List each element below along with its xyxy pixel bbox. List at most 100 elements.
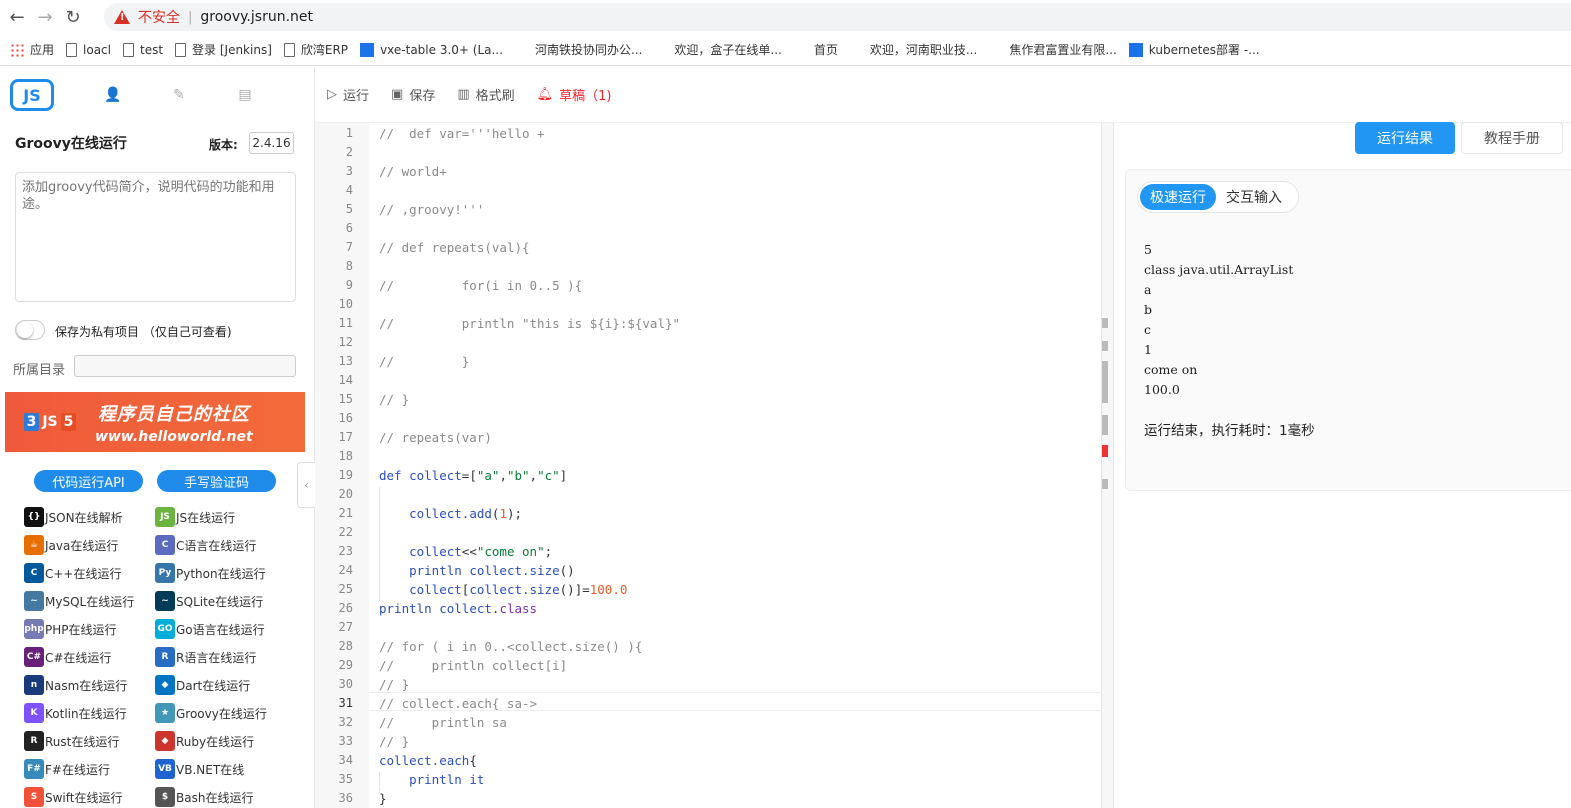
language-link[interactable]: C# C#在线运行 [24,647,111,667]
save-button[interactable]: ▣ 保存 [391,85,435,104]
run-finished-status: 运行结束，执行耗时：1毫秒 [1144,423,1315,439]
line-number: 30 [338,677,353,691]
bookmark-item[interactable]: 河南铁投协同办公... [515,41,642,58]
bookmark-label: 应用 [30,43,55,57]
line-number: 3 [345,164,353,178]
editor-scrollbar[interactable] [1101,123,1114,808]
url-bar[interactable]: 不安全 | groovy.jsrun.net [104,3,1571,31]
mode-fast-run[interactable]: 极速运行 [1140,184,1216,210]
swift-icon: S [24,787,44,807]
code-token: 100.0 [589,582,628,597]
play-icon: ▷ [327,87,337,102]
bookmark-item[interactable]: 欢迎，盒子在线单... [654,41,781,58]
collapse-sidebar-icon[interactable]: ‹ [297,462,315,508]
bookmark-item[interactable]: test [122,42,164,57]
insecure-label: 不安全 [138,10,180,26]
bookmark-item[interactable]: 登录 [Jenkins] [175,41,272,58]
bookmark-item[interactable]: 欣湾ERP [283,41,348,58]
line-number: 12 [338,335,353,349]
language-label: F#在线运行 [45,762,110,777]
reload-icon[interactable]: ↻ [62,6,84,28]
bookmark-label: 河南铁投协同办公... [534,43,643,57]
language-link[interactable]: php PHP在线运行 [24,619,117,639]
bookmark-item[interactable]: 欢迎，河南职业技... [850,41,977,58]
language-link[interactable]: n Nasm在线运行 [24,675,127,695]
language-link[interactable]: F# F#在线运行 [24,759,110,779]
language-link[interactable]: R R语言在线运行 [155,647,256,667]
code-token: << [461,544,477,559]
language-link[interactable]: ★ Groovy在线运行 [155,703,267,723]
bookmark-item[interactable]: kubernetes部署 -... [1128,41,1260,58]
user-icon[interactable]: 👤 [104,86,122,104]
code-token: collect [439,601,492,616]
directory-select[interactable] [74,355,296,377]
language-link[interactable]: GO Go语言在线运行 [155,619,265,639]
json-icon: {} [24,507,44,527]
forward-icon[interactable]: → [34,6,56,28]
back-icon[interactable]: ← [6,6,28,28]
language-link[interactable]: C C++在线运行 [24,563,122,583]
language-link[interactable]: ◆ Dart在线运行 [155,675,250,695]
version-select[interactable]: 2.4.16 [249,132,294,154]
bookmark-item[interactable]: 首页 [794,41,838,58]
captcha-button[interactable]: 手写验证码 [157,470,276,492]
code-token: // def repeats(val){ [379,240,530,255]
scroll-mark [1102,341,1108,351]
mode-interactive-input[interactable]: 交互输入 [1216,184,1292,210]
language-link[interactable]: $ Bash在线运行 [155,787,253,807]
run-button[interactable]: ▷ 运行 [327,85,369,104]
code-token: println [409,563,470,578]
draft-button[interactable]: 🔔︎ 草稿（1) [537,85,612,104]
format-label: 格式刷 [475,89,515,104]
language-label: Rust在线运行 [45,734,120,749]
tab-tutorial[interactable]: 教程手册 [1461,122,1563,154]
language-link[interactable]: S Swift在线运行 [24,787,123,807]
bookmark-item[interactable]: 焦作君富置业有限... [989,41,1116,58]
scroll-thumb[interactable] [1102,361,1108,403]
url-text[interactable]: groovy.jsrun.net [200,9,313,25]
bookmark-item[interactable]: vxe-table 3.0+ (La... [360,42,503,57]
bookmark-icon [66,42,78,57]
tab-run-result[interactable]: 运行结果 [1355,122,1455,154]
language-label: Groovy在线运行 [176,706,267,721]
language-label: MySQL在线运行 [45,594,135,609]
helloworld-banner[interactable]: 3 JS 5 程序员自己的社区 www.helloworld.net [5,392,305,452]
code-token: // } [379,354,470,369]
bookmark-label: test [139,42,164,57]
edit-icon[interactable]: ✎ [170,86,188,104]
apps-grid-icon [10,42,24,57]
language-link[interactable]: Py Python在线运行 [155,563,266,583]
code-line: // for ( i in 0..<collect.size() ){ [379,639,642,654]
language-link[interactable]: ☕ Java在线运行 [24,535,118,555]
bookmark-label: kubernetes部署 -... [1148,43,1260,57]
result-tabs: 运行结果 教程手册 [1355,122,1569,154]
language-link[interactable]: ~ SQLite在线运行 [155,591,263,611]
language-link[interactable]: K Kotlin在线运行 [24,703,127,723]
bookmark-item[interactable]: loacl [66,42,111,57]
language-link[interactable]: R Rust在线运行 [24,731,119,751]
jsrun-logo[interactable]: JS [10,79,54,111]
archive-icon[interactable]: ▤ [236,86,254,104]
code-line: // } [379,734,409,749]
language-link[interactable]: JS JS在线运行 [155,507,235,527]
language-link[interactable]: ◆ Ruby在线运行 [155,731,254,751]
code-token: "come on" [476,544,545,559]
bookmark-item[interactable]: 应用 [10,41,54,58]
language-link[interactable]: ~ MySQL在线运行 [24,591,134,611]
browser-address-bar: ← → ↻ 不安全 | groovy.jsrun.net [0,0,1571,34]
language-link[interactable]: {} JSON在线解析 [24,507,123,527]
code-token: // for(i in 0..5 ){ [379,278,583,293]
language-link[interactable]: VB VB.NET在线 [155,759,244,779]
bookmark-label: 欢迎，河南职业技... [869,43,978,57]
code-line: // world+ [379,164,447,179]
line-number: 1 [345,126,353,140]
code-editor[interactable]: 1 2 3 4 5 6 7 8 9 10 11 12 13 14 15 16 17 18 19 20 21 22 23 24 2… [315,123,1101,808]
code-api-button[interactable]: 代码运行API [34,470,143,492]
language-link[interactable]: C C语言在线运行 [155,535,256,555]
line-number: 34 [338,753,353,767]
format-button[interactable]: ▥ 格式刷 [457,85,514,104]
private-toggle[interactable] [15,320,45,340]
nasm-icon: n [24,675,44,695]
vbnet-icon: VB [155,759,175,779]
description-input[interactable] [15,172,296,302]
